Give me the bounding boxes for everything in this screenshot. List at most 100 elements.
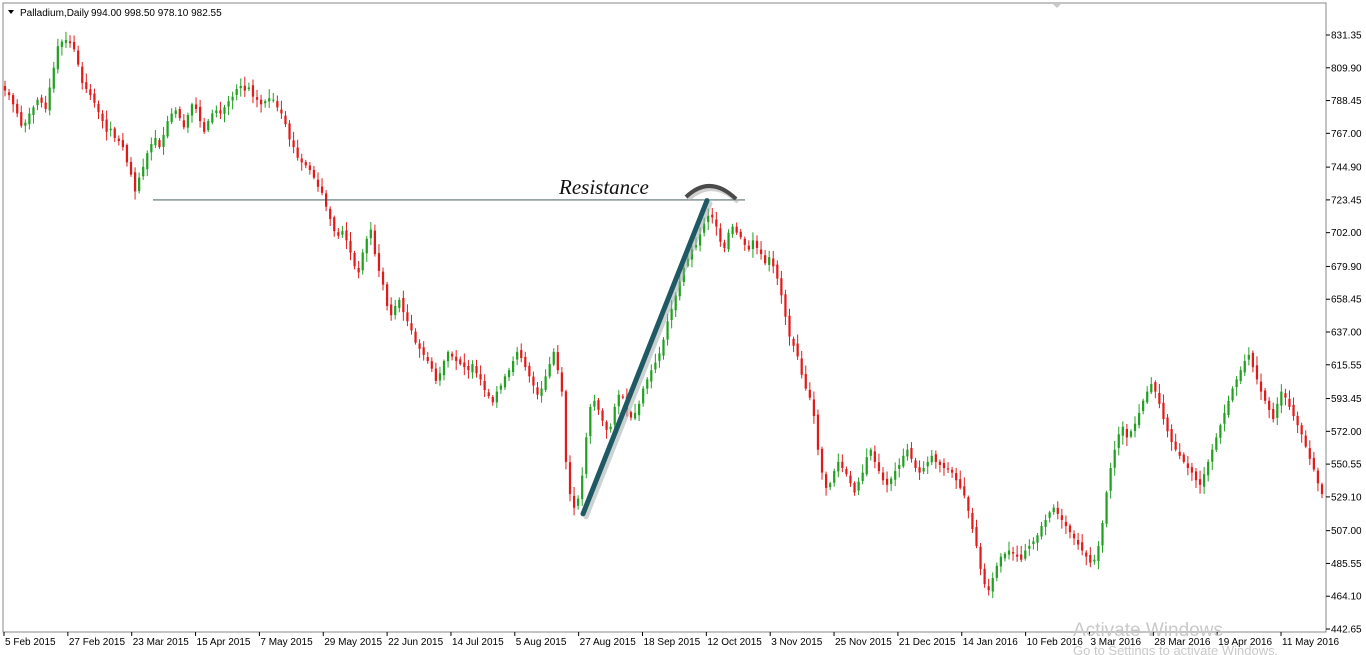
candle-body [869, 449, 872, 456]
trendline[interactable] [580, 198, 710, 517]
candle-body [894, 471, 897, 480]
candle-body [861, 472, 864, 482]
candle-body [89, 89, 92, 96]
x-tick-label: 12 Oct 2015 [707, 637, 762, 648]
candle-body [211, 113, 214, 123]
candle-body [402, 297, 405, 313]
candle-body [1016, 554, 1019, 557]
candle-body [902, 455, 905, 467]
candle-body [719, 228, 722, 242]
candle-body [711, 214, 714, 218]
candle-body [764, 255, 767, 264]
candle-body [788, 315, 791, 337]
candle-body [85, 82, 88, 90]
candle-body [1154, 382, 1157, 392]
candle-body [930, 455, 933, 463]
candle-body [1011, 552, 1015, 554]
y-tick-label: 658.45 [1331, 295, 1362, 306]
candle-body [394, 306, 397, 316]
candle-body [1207, 461, 1210, 476]
candle-body [44, 102, 47, 109]
x-tick-label: 15 Apr 2015 [197, 637, 251, 648]
candle-body [808, 389, 811, 398]
candle-body [739, 231, 742, 238]
candle-body [1174, 441, 1177, 450]
candle-body [97, 103, 100, 112]
candle-body [1032, 541, 1035, 545]
candle-body [1198, 479, 1202, 485]
candle-body [227, 101, 230, 107]
candle-body [926, 461, 929, 467]
dropdown-triangle-icon[interactable] [8, 10, 14, 14]
candle-body [751, 240, 755, 250]
candle-body [511, 361, 515, 373]
candle-body [946, 468, 950, 470]
x-tick-label: 25 Nov 2015 [835, 637, 892, 648]
candle-body [434, 368, 437, 381]
candle-body [272, 99, 275, 101]
ohlc-label: 994.00 998.50 978.10 982.55 [91, 8, 222, 19]
candle-body [288, 123, 291, 140]
scroll-marker-icon[interactable] [1053, 4, 1061, 8]
candle-body [950, 469, 954, 473]
candle-body [906, 449, 909, 457]
candle-body [1178, 451, 1181, 456]
candle-body [609, 426, 612, 430]
trendline-shadow [583, 201, 713, 520]
candle-body [670, 309, 673, 321]
y-tick-label: 788.45 [1331, 96, 1362, 107]
candle-body [637, 403, 641, 416]
candle-body [150, 144, 153, 153]
candle-body [1263, 390, 1267, 401]
candle-body [353, 252, 356, 267]
candle-body [174, 110, 177, 115]
candle-body [329, 208, 332, 219]
candle-body [1003, 553, 1007, 559]
candle-body [475, 366, 478, 374]
y-tick-label: 679.90 [1331, 262, 1362, 273]
candle-body [991, 578, 994, 592]
candle-body [942, 463, 946, 469]
candle-body [532, 376, 535, 386]
candle-body [837, 461, 840, 472]
candle-body [865, 457, 868, 475]
candle-body [308, 165, 311, 171]
candle-body [507, 370, 511, 378]
candle-body [654, 362, 657, 370]
candle-body [247, 87, 251, 90]
candle-body [572, 495, 576, 508]
candle-body [1052, 507, 1055, 513]
candle-body [495, 391, 498, 403]
candle-body [146, 153, 149, 170]
watermark-line-1: Activate Windows [1073, 620, 1223, 641]
candle-body [410, 323, 413, 331]
candle-body [1060, 515, 1063, 520]
y-tick-label: 464.10 [1331, 592, 1362, 603]
candle-body [1182, 454, 1185, 462]
candle-body [255, 97, 259, 100]
candle-body [40, 97, 43, 103]
candle-body [715, 219, 718, 227]
candle-body [577, 498, 580, 506]
candle-body [292, 140, 295, 148]
y-tick-label: 593.45 [1331, 394, 1362, 405]
candle-body [113, 128, 116, 138]
candle-body [1044, 519, 1047, 527]
candle-body [369, 229, 372, 239]
candle-body [235, 89, 238, 95]
candle-body [1227, 400, 1230, 415]
candle-body [349, 240, 352, 253]
price-chart[interactable]: Palladium,Daily 994.00 998.50 978.10 982… [0, 0, 1366, 655]
candle-body [1186, 463, 1189, 469]
candle-body [300, 158, 303, 163]
resistance-label: Resistance [558, 175, 649, 199]
candle-body [959, 479, 962, 488]
candle-body [377, 253, 381, 271]
candle-body [390, 304, 393, 316]
x-tick-label: 14 Jan 2016 [963, 637, 1018, 648]
y-tick-label: 767.00 [1331, 129, 1362, 140]
candle-body [1247, 354, 1250, 360]
candle-body [983, 568, 986, 585]
candle-body [516, 351, 519, 360]
candle-body [491, 396, 494, 403]
